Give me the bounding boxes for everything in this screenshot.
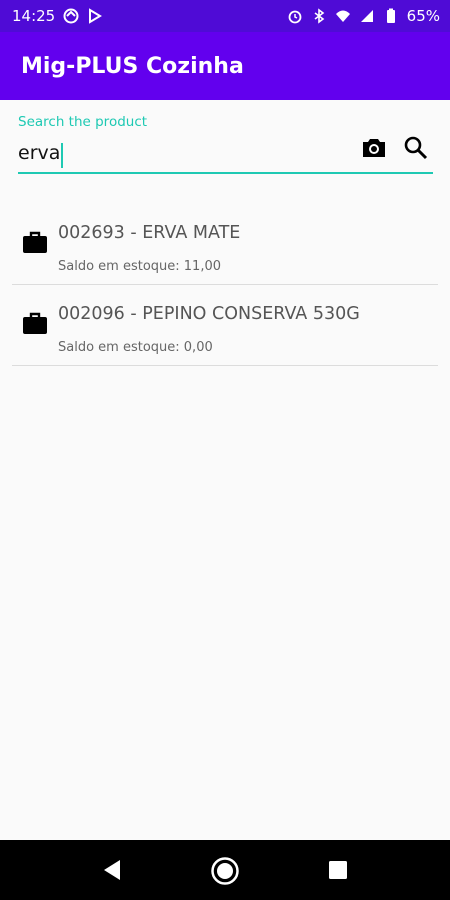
sync-icon xyxy=(63,8,79,24)
product-title: 002693 - ERVA MATE xyxy=(58,223,241,243)
battery-icon xyxy=(386,8,395,23)
app-bar: Mig-PLUS Cozinha xyxy=(0,32,450,100)
recents-icon[interactable] xyxy=(328,860,348,880)
signal-icon xyxy=(360,10,373,22)
search-label: Search the product xyxy=(18,114,148,130)
alarm-icon xyxy=(288,10,302,24)
battery-percent: 65% xyxy=(406,7,440,25)
search-icon[interactable] xyxy=(402,134,430,162)
product-list: 002693 - ERVA MATE Saldo em estoque: 11,… xyxy=(12,204,438,366)
list-item[interactable]: 002096 - PEPINO CONSERVA 530G Saldo em e… xyxy=(12,285,438,366)
briefcase-icon xyxy=(23,312,47,334)
play-store-icon xyxy=(89,8,103,24)
product-stock: Saldo em estoque: 0,00 xyxy=(58,340,213,355)
back-icon[interactable] xyxy=(100,858,124,882)
status-bar-left: 14:25 xyxy=(12,7,103,25)
status-bar: 14:25 65% xyxy=(0,0,450,32)
product-title: 002096 - PEPINO CONSERVA 530G xyxy=(58,304,360,324)
app-title: Mig-PLUS Cozinha xyxy=(21,53,244,79)
status-bar-right: 65% xyxy=(287,7,440,25)
navigation-bar xyxy=(0,840,450,900)
search-input-value[interactable]: erva xyxy=(18,142,60,164)
list-item[interactable]: 002693 - ERVA MATE Saldo em estoque: 11,… xyxy=(12,204,438,285)
product-stock: Saldo em estoque: 11,00 xyxy=(58,259,222,274)
search-input[interactable]: erva xyxy=(18,140,348,174)
bluetooth-icon xyxy=(314,8,324,24)
status-time: 14:25 xyxy=(12,7,56,25)
briefcase-icon xyxy=(23,231,47,253)
camera-icon[interactable] xyxy=(360,134,388,162)
wifi-icon xyxy=(335,10,350,22)
search-underline xyxy=(18,172,433,174)
home-icon[interactable] xyxy=(210,856,240,886)
text-cursor xyxy=(61,143,63,168)
